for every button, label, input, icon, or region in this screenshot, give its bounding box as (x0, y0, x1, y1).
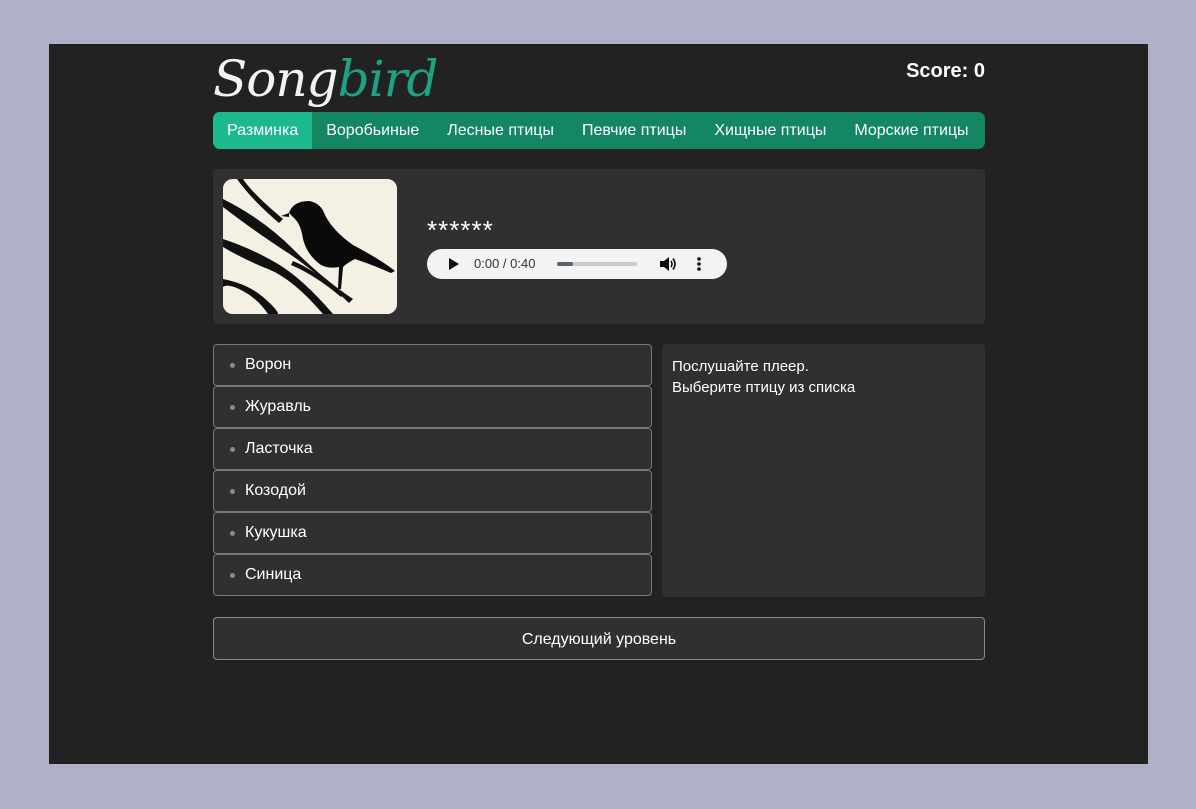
bullet-indicator (230, 489, 235, 494)
bird-silhouette-image (223, 179, 397, 314)
next-level-button[interactable]: Следующий уровень (213, 617, 985, 660)
answer-item-crane[interactable]: Журавль (213, 386, 652, 428)
score-display: Score: 0 (906, 60, 985, 82)
question-panel: ****** 0:00 / 0:40 (213, 169, 985, 324)
nav-item-birds-of-prey[interactable]: Хищные птицы (700, 112, 840, 149)
volume-icon[interactable] (659, 256, 677, 272)
nav-item-sea-birds[interactable]: Морские птицы (840, 112, 982, 149)
category-nav: Разминка Воробьиные Лесные птицы Певчие … (213, 112, 985, 149)
answer-label: Журавль (245, 398, 312, 415)
info-line-choose: Выберите птицу из списка (672, 379, 856, 396)
bird-silhouette-svg (223, 179, 397, 314)
audio-time: 0:00 / 0:40 (474, 256, 536, 271)
header: Songbird Score: 0 (213, 44, 985, 112)
answer-list: Ворон Журавль Ласточка Козодой Кукушка С… (213, 344, 652, 596)
bullet-indicator (230, 447, 235, 452)
answer-label: Ворон (245, 356, 292, 373)
answer-item-nightjar[interactable]: Козодой (213, 470, 652, 512)
main-container: Songbird Score: 0 Разминка Воробьиные Ле… (213, 44, 985, 660)
nav-item-passerines[interactable]: Воробьиные (312, 112, 433, 149)
audio-player[interactable]: 0:00 / 0:40 (427, 249, 727, 279)
bullet-indicator (230, 531, 235, 536)
bird-info-panel: Послушайте плеер. Выберите птицу из спис… (662, 344, 985, 597)
answer-label: Синица (245, 566, 302, 583)
answer-item-cuckoo[interactable]: Кукушка (213, 512, 652, 554)
logo-bird-text: bird (337, 50, 439, 108)
nav-item-warmup[interactable]: Разминка (213, 112, 313, 149)
audio-progress-bar[interactable] (557, 262, 637, 266)
play-icon[interactable] (449, 258, 459, 270)
audio-progress-fill (557, 262, 573, 266)
logo-song-text: Song (213, 50, 339, 108)
info-text: Послушайте плеер. Выберите птицу из спис… (672, 356, 855, 398)
answer-label: Козодой (245, 482, 306, 499)
answer-item-raven[interactable]: Ворон (213, 344, 652, 386)
bullet-indicator (230, 573, 235, 578)
more-vert-icon[interactable] (695, 256, 703, 272)
nav-item-forest-birds[interactable]: Лесные птицы (433, 112, 568, 149)
bullet-indicator (230, 405, 235, 410)
info-line-listen: Послушайте плеер. (672, 358, 809, 375)
answer-label: Кукушка (245, 524, 307, 541)
answer-label: Ласточка (245, 440, 313, 457)
answer-item-tit[interactable]: Синица (213, 554, 652, 596)
bullet-indicator (230, 363, 235, 368)
app-frame: Songbird Score: 0 Разминка Воробьиные Ле… (49, 44, 1148, 764)
nav-item-songbirds[interactable]: Певчие птицы (568, 112, 700, 149)
answer-item-swallow[interactable]: Ласточка (213, 428, 652, 470)
hidden-bird-name: ****** (427, 215, 494, 245)
logo: Songbird (213, 50, 439, 108)
